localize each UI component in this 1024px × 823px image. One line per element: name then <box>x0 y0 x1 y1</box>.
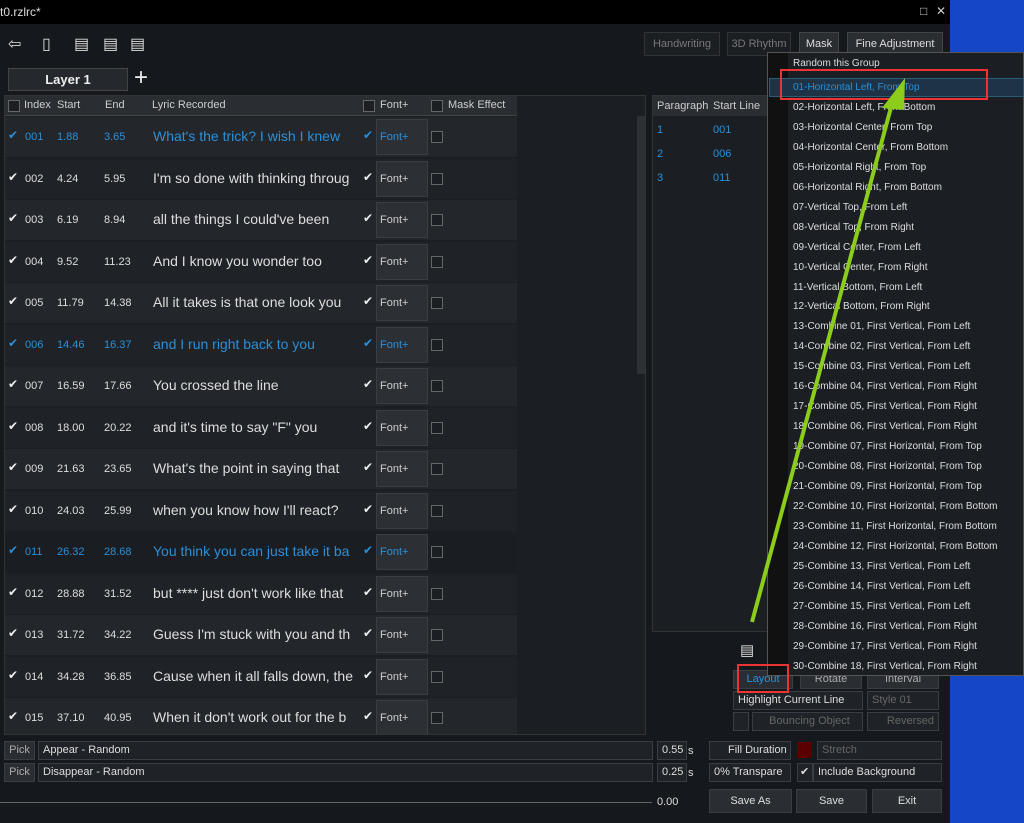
annotation-arrow <box>750 78 905 623</box>
